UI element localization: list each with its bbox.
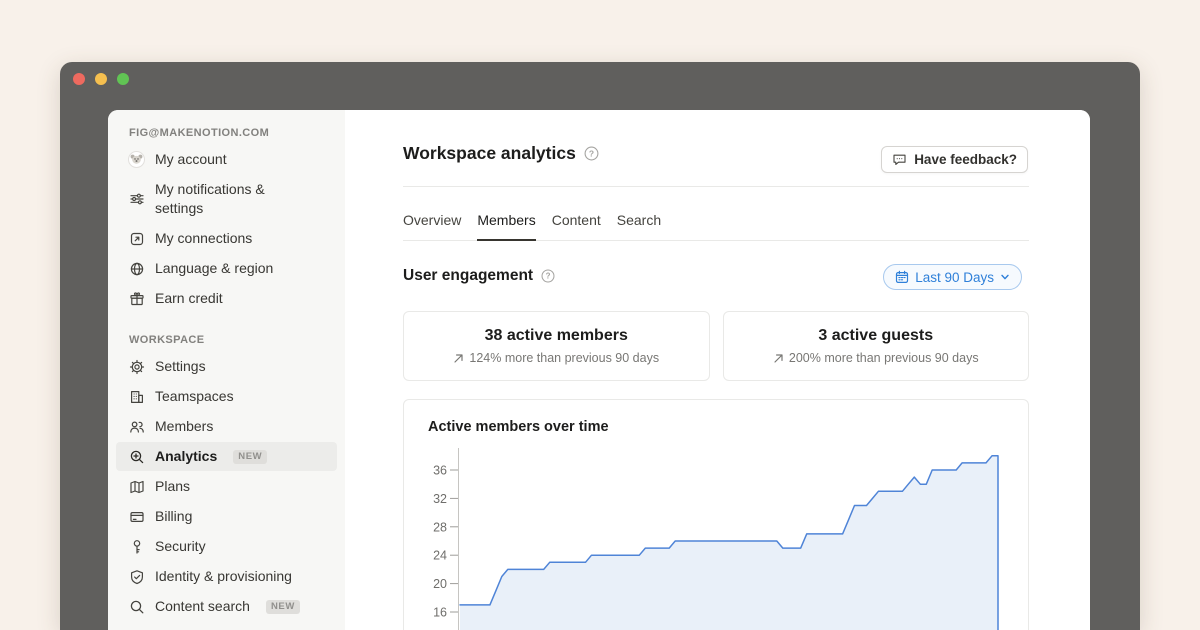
sidebar-item-content-search[interactable]: Content search NEW: [116, 592, 337, 621]
window-controls: [73, 73, 129, 85]
sidebar-item-label: Content search: [155, 597, 250, 616]
building-icon: [128, 388, 145, 405]
map-icon: [128, 478, 145, 495]
sidebar-item-earn-credit[interactable]: Earn credit: [116, 284, 337, 313]
page-title: Workspace analytics ?: [403, 143, 599, 164]
chevron-down-icon: [1000, 272, 1010, 282]
sliders-icon: [128, 191, 145, 208]
sidebar-item-notifications-settings[interactable]: My notifications & settings: [116, 175, 337, 223]
sidebar-item-analytics[interactable]: Analytics NEW: [116, 442, 337, 471]
sidebar-item-label: Settings: [155, 357, 206, 376]
avatar: [128, 151, 145, 168]
help-circle-icon[interactable]: ?: [584, 146, 599, 161]
active-members-card: 38 active members 124% more than previou…: [403, 311, 710, 381]
date-range-label: Last 90 Days: [915, 270, 994, 285]
magnifier-plus-icon: [128, 448, 145, 465]
globe-icon: [128, 260, 145, 277]
settings-dialog: FIG@MAKENOTION.COM My account: [108, 110, 1090, 630]
speech-bubble-icon: [892, 152, 907, 167]
key-icon: [128, 538, 145, 555]
active-members-delta: 124% more than previous 90 days: [453, 351, 659, 365]
sidebar-item-my-connections[interactable]: My connections: [116, 224, 337, 253]
active-members-chart-card: Active members over time 16 20 24 28 32 36: [403, 399, 1029, 630]
active-guests-card: 3 active guests 200% more than previous …: [723, 311, 1030, 381]
active-guests-delta: 200% more than previous 90 days: [773, 351, 979, 365]
sidebar-item-my-account[interactable]: My account: [116, 145, 337, 174]
sidebar-item-plans[interactable]: Plans: [116, 472, 337, 501]
sidebar-item-label: Members: [155, 417, 213, 436]
shield-check-icon: [128, 568, 145, 585]
calendar-icon: [895, 270, 909, 284]
have-feedback-label: Have feedback?: [914, 152, 1017, 167]
sidebar-item-label: Earn credit: [155, 289, 223, 308]
workspace-section-label: WORKSPACE: [129, 334, 345, 347]
tab-members[interactable]: Members: [477, 212, 535, 241]
sidebar-item-label: My account: [155, 150, 227, 169]
credit-card-icon: [128, 508, 145, 525]
sidebar-item-label: Security: [155, 537, 206, 556]
sidebar-item-security[interactable]: Security: [116, 532, 337, 561]
active-members-value: 38 active members: [485, 327, 628, 345]
sidebar-item-label: Plans: [155, 477, 190, 496]
search-icon: [128, 598, 145, 615]
svg-text:28: 28: [433, 520, 447, 534]
settings-sidebar: FIG@MAKENOTION.COM My account: [108, 110, 345, 630]
gear-icon: [128, 358, 145, 375]
analytics-tabs: Overview Members Content Search: [403, 212, 1029, 241]
svg-text:?: ?: [546, 272, 551, 281]
sidebar-item-label: My connections: [155, 229, 252, 248]
svg-text:?: ?: [589, 148, 594, 158]
tab-content[interactable]: Content: [552, 212, 601, 241]
chart-title: Active members over time: [428, 419, 609, 435]
sidebar-item-label: Teamspaces: [155, 387, 234, 406]
account-email-label: FIG@MAKENOTION.COM: [129, 127, 345, 139]
svg-text:20: 20: [433, 577, 447, 591]
sidebar-item-language-region[interactable]: Language & region: [116, 254, 337, 283]
analytics-panel: Workspace analytics ? Have feedback?: [345, 110, 1090, 630]
sidebar-item-identity-provisioning[interactable]: Identity & provisioning: [116, 562, 337, 591]
arrow-up-right-icon: [773, 353, 784, 364]
date-range-button[interactable]: Last 90 Days: [883, 264, 1022, 290]
sidebar-item-members[interactable]: Members: [116, 412, 337, 441]
svg-text:32: 32: [433, 492, 447, 506]
new-badge: NEW: [233, 450, 267, 464]
help-circle-icon[interactable]: ?: [541, 269, 555, 283]
tab-search[interactable]: Search: [617, 212, 661, 241]
tab-overview[interactable]: Overview: [403, 212, 461, 241]
header-divider: [403, 186, 1029, 187]
sidebar-item-label: Identity & provisioning: [155, 567, 292, 586]
active-guests-value: 3 active guests: [818, 327, 933, 345]
arrow-up-right-square-icon: [128, 230, 145, 247]
sidebar-item-label: Language & region: [155, 259, 273, 278]
svg-text:36: 36: [433, 464, 447, 478]
zoom-button[interactable]: [117, 73, 129, 85]
sidebar-item-label: Analytics: [155, 447, 217, 466]
have-feedback-button[interactable]: Have feedback?: [881, 146, 1028, 173]
sidebar-item-teamspaces[interactable]: Teamspaces: [116, 382, 337, 411]
sidebar-item-label: Billing: [155, 507, 192, 526]
sidebar-item-settings[interactable]: Settings: [116, 352, 337, 381]
sidebar-item-billing[interactable]: Billing: [116, 502, 337, 531]
new-badge: NEW: [266, 600, 300, 614]
sidebar-item-label: My notifications & settings: [155, 180, 305, 218]
minimize-button[interactable]: [95, 73, 107, 85]
svg-text:24: 24: [433, 549, 447, 563]
svg-text:16: 16: [433, 606, 447, 620]
engagement-stats: 38 active members 124% more than previou…: [403, 311, 1029, 381]
people-icon: [128, 418, 145, 435]
gift-icon: [128, 290, 145, 307]
close-button[interactable]: [73, 73, 85, 85]
user-engagement-title: User engagement ?: [403, 267, 555, 285]
arrow-up-right-icon: [453, 353, 464, 364]
